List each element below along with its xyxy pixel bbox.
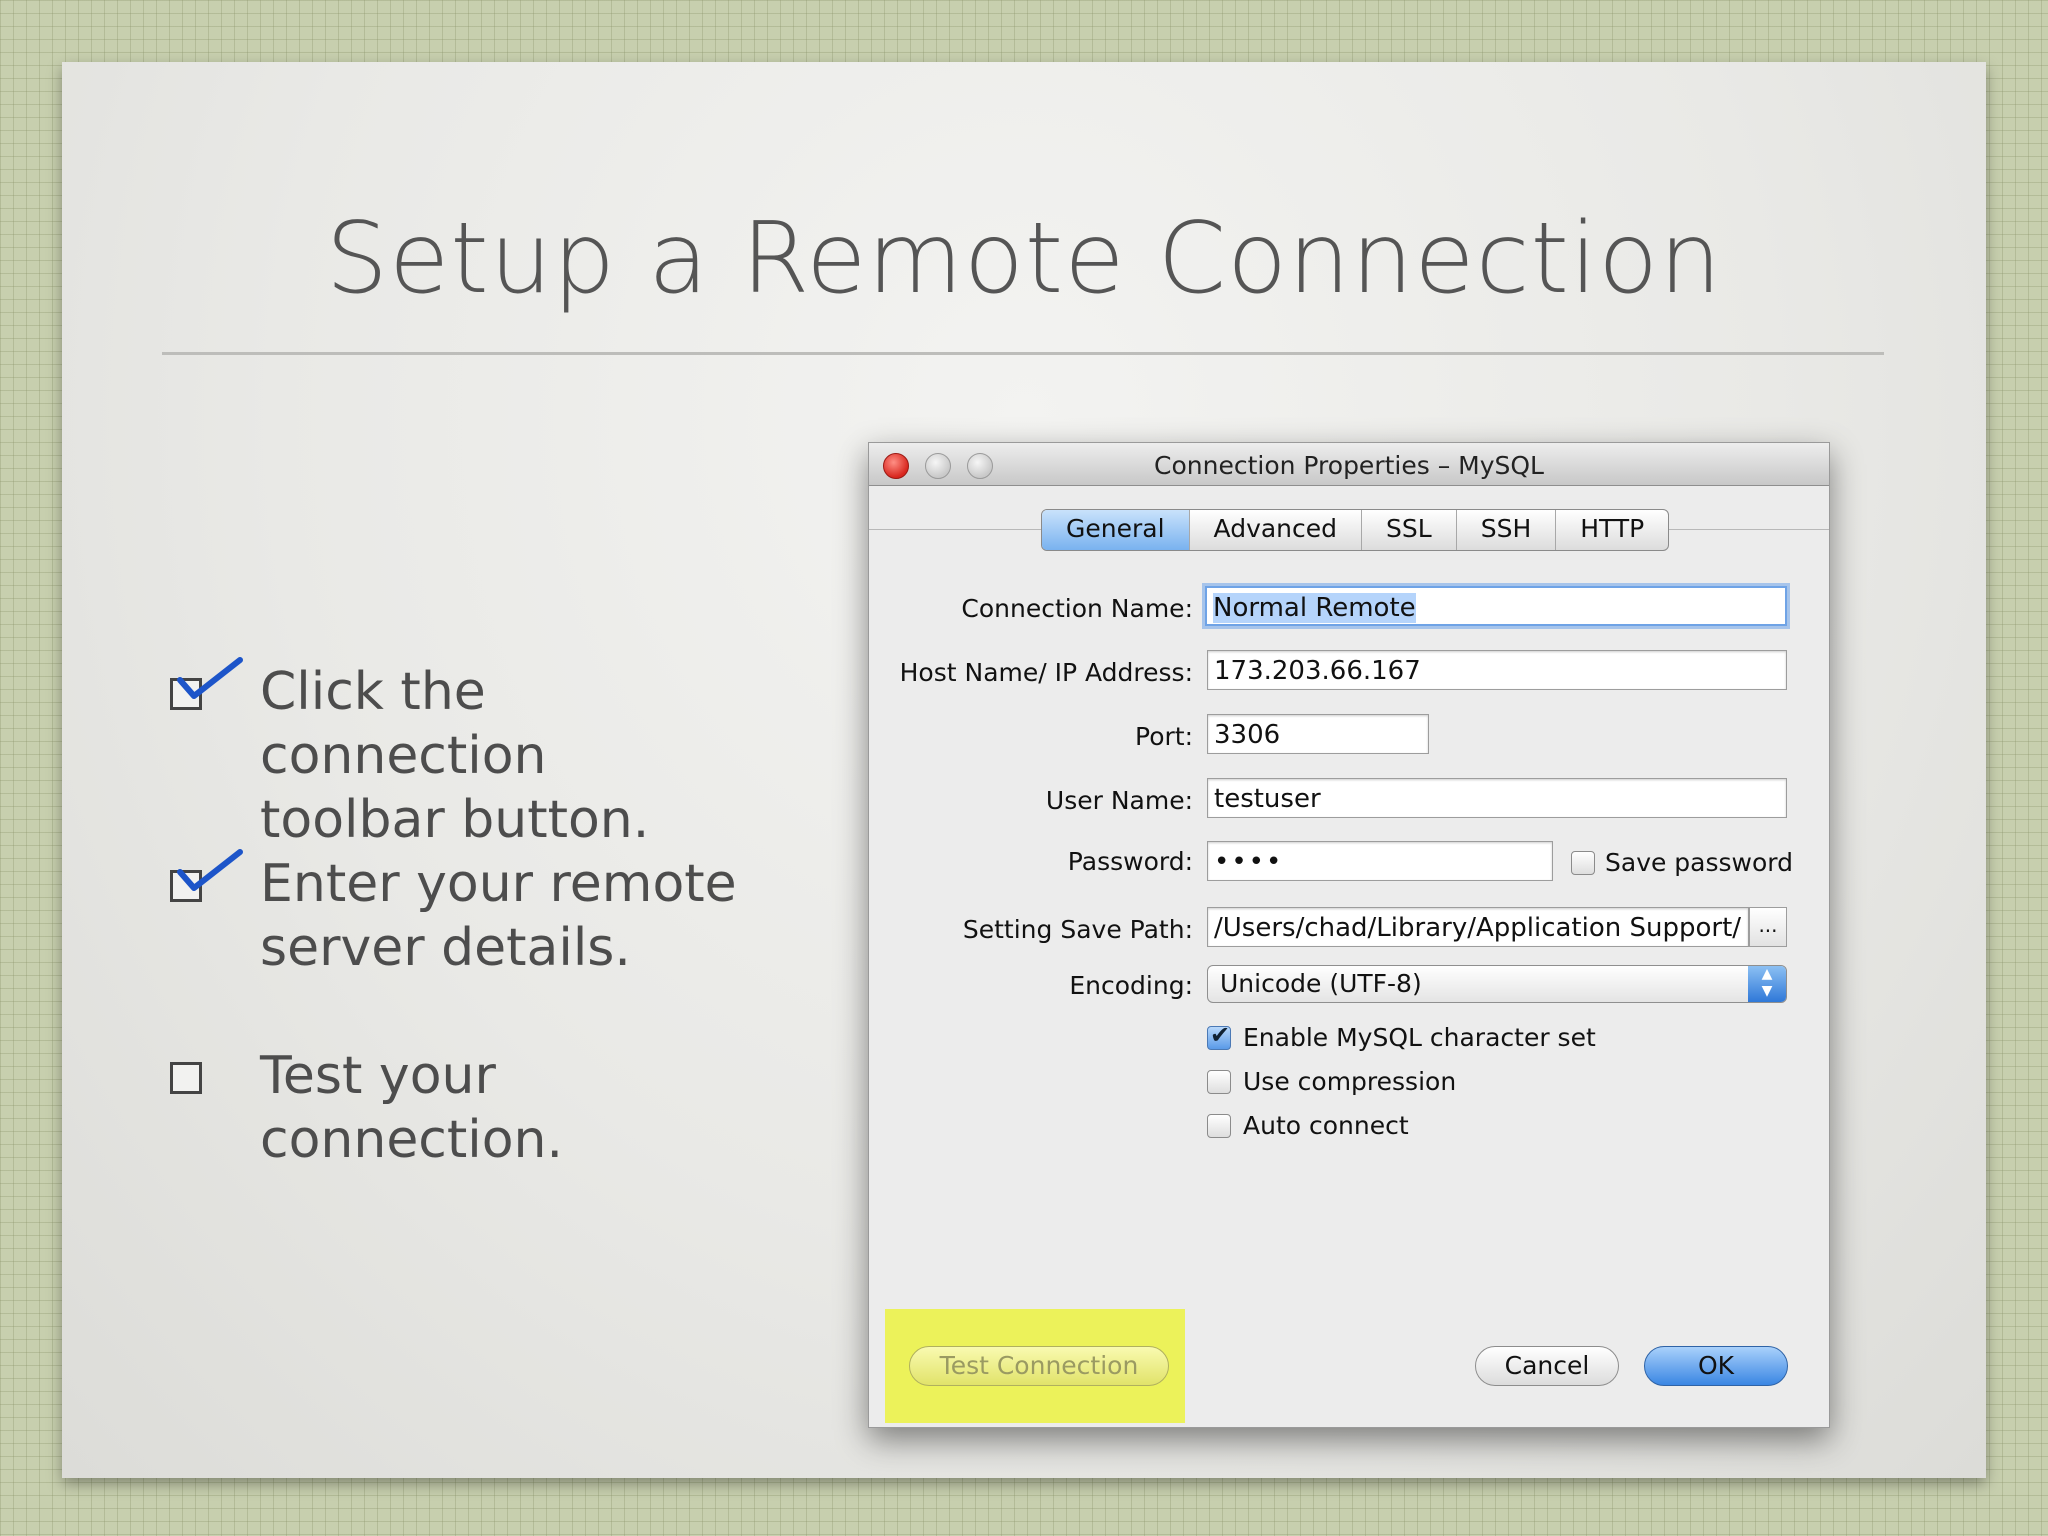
bullet-text: Test your connection. [260,1044,780,1172]
user-name-label: User Name: [1045,786,1193,815]
checkmark-icon [177,657,243,699]
connection-properties-dialog: Connection Properties – MySQL General Ad… [868,442,1830,1428]
bullet-line: Test your [260,1046,496,1106]
tab-general[interactable]: General [1042,510,1190,550]
auto-connect-label: Auto connect [1243,1111,1409,1140]
tab-ssl[interactable]: SSL [1362,510,1457,550]
use-compression-checkbox[interactable] [1207,1070,1231,1094]
title-divider [162,352,1884,355]
bullet-line: server details. [260,918,631,978]
window-titlebar[interactable]: Connection Properties – MySQL [869,443,1829,486]
cancel-button[interactable]: Cancel [1475,1346,1619,1386]
use-compression-label: Use compression [1243,1067,1457,1096]
save-password-checkbox[interactable] [1571,851,1595,875]
test-connection-button[interactable]: Test Connection [909,1346,1169,1386]
save-password-label: Save password [1605,848,1794,877]
checkmark-icon: ✔ [1210,1021,1231,1049]
host-field[interactable]: 173.203.66.167 [1207,650,1787,690]
tab-http[interactable]: HTTP [1556,510,1668,550]
bullet-line: toolbar button. [260,790,650,850]
bullet-line: Enter your remote [260,854,737,914]
tab-bar: General Advanced SSL SSH HTTP [1041,509,1670,551]
bullet-text: Click the connection toolbar button. [260,660,780,852]
checkmark-icon [177,849,243,891]
port-label: Port: [1135,722,1193,751]
browse-path-button[interactable]: ... [1749,907,1787,947]
tab-advanced[interactable]: Advanced [1190,510,1363,550]
window-title: Connection Properties – MySQL [1154,451,1544,480]
ok-button[interactable]: OK [1644,1346,1788,1386]
auto-connect-checkbox[interactable] [1207,1114,1231,1138]
host-label: Host Name/ IP Address: [899,658,1193,687]
connection-name-value: Normal Remote [1213,593,1416,623]
password-label: Password: [1067,847,1193,876]
password-field[interactable]: •••• [1207,841,1553,881]
enable-mysql-charset-checkbox[interactable]: ✔ [1207,1021,1231,1050]
checkbox-icon [170,1062,202,1094]
save-path-field[interactable]: /Users/chad/Library/Application Support/ [1207,907,1749,947]
tab-ssh[interactable]: SSH [1457,510,1557,550]
enable-mysql-charset-label: Enable MySQL character set [1243,1023,1596,1052]
connection-name-label: Connection Name: [961,594,1193,623]
encoding-label: Encoding: [1069,971,1193,1000]
bullet-line: Click the connection [260,662,547,786]
user-name-field[interactable]: testuser [1207,778,1787,818]
slide-title: Setup a Remote Connection [325,202,1723,316]
connection-name-field[interactable]: Normal Remote [1205,586,1787,626]
bullet-text: Enter your remote server details. [260,852,780,980]
updown-arrows-icon: ▲ ▼ [1748,966,1786,1002]
port-field[interactable]: 3306 [1207,714,1429,754]
bullet-line: connection. [260,1110,564,1170]
encoding-select[interactable]: Unicode (UTF-8) ▲ ▼ [1207,965,1787,1003]
slide: Setup a Remote Connection Click the conn… [62,62,1986,1478]
save-path-label: Setting Save Path: [962,915,1193,944]
encoding-value: Unicode (UTF-8) [1220,969,1422,998]
